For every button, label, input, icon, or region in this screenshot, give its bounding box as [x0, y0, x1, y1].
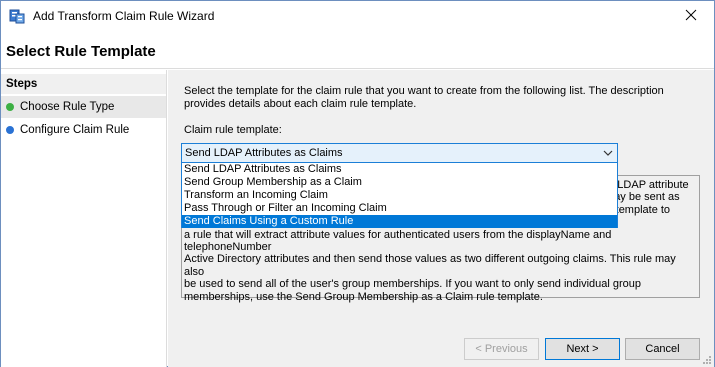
dropdown-option[interactable]: Pass Through or Filter an Incoming Claim [182, 202, 617, 215]
wizard-footer: < Previous Next > Cancel [168, 334, 714, 367]
step-label: Configure Claim Rule [20, 124, 130, 136]
previous-button[interactable]: < Previous [464, 338, 539, 360]
instruction-text: Select the template for the claim rule t… [184, 85, 664, 110]
description-line: Active Directory attributes and then sen… [184, 253, 676, 278]
steps-pane: Steps Choose Rule Type Configure Claim R… [1, 70, 167, 367]
page-title: Select Rule Template [6, 43, 156, 60]
chevron-down-icon[interactable] [603, 148, 613, 158]
dropdown-option-highlighted[interactable]: Send Claims Using a Custom Rule [182, 215, 617, 228]
step-label: Choose Rule Type [20, 101, 115, 113]
close-icon [685, 9, 697, 24]
cancel-button[interactable]: Cancel [625, 338, 700, 360]
title-bar: Add Transform Claim Rule Wizard [1, 1, 714, 31]
step-pending-indicator-icon [6, 126, 14, 134]
resize-grip-icon[interactable] [702, 355, 712, 365]
step-choose-rule-type[interactable]: Choose Rule Type [1, 96, 166, 118]
window-title: Add Transform Claim Rule Wizard [33, 9, 215, 23]
template-dropdown-list: Send LDAP Attributes as Claims Send Grou… [181, 162, 618, 228]
dropdown-option[interactable]: Send Group Membership as a Claim [182, 176, 617, 189]
description-line: a rule that will extract attribute value… [184, 228, 612, 254]
steps-heading: Steps [1, 74, 166, 94]
step-configure-claim-rule[interactable]: Configure Claim Rule [1, 119, 166, 141]
content-panel: Select the template for the claim rule t… [168, 70, 714, 334]
description-line: memberships, use the Send Group Membersh… [184, 290, 543, 303]
description-line: be used to send all of the user's group … [184, 278, 642, 291]
next-button[interactable]: Next > [545, 338, 620, 360]
wizard-window: Add Transform Claim Rule Wizard Select R… [0, 0, 715, 367]
claim-rule-template-select[interactable]: Send LDAP Attributes as Claims [181, 143, 618, 163]
template-label: Claim rule template: [184, 124, 282, 136]
wizard-header: Select Rule Template [1, 31, 714, 69]
wizard-app-icon [9, 8, 25, 24]
close-button[interactable] [668, 1, 714, 31]
select-value: Send LDAP Attributes as Claims [185, 147, 343, 159]
dropdown-option[interactable]: Transform an Incoming Claim [182, 189, 617, 202]
step-current-indicator-icon [6, 103, 14, 111]
dropdown-option[interactable]: Send LDAP Attributes as Claims [182, 163, 617, 176]
